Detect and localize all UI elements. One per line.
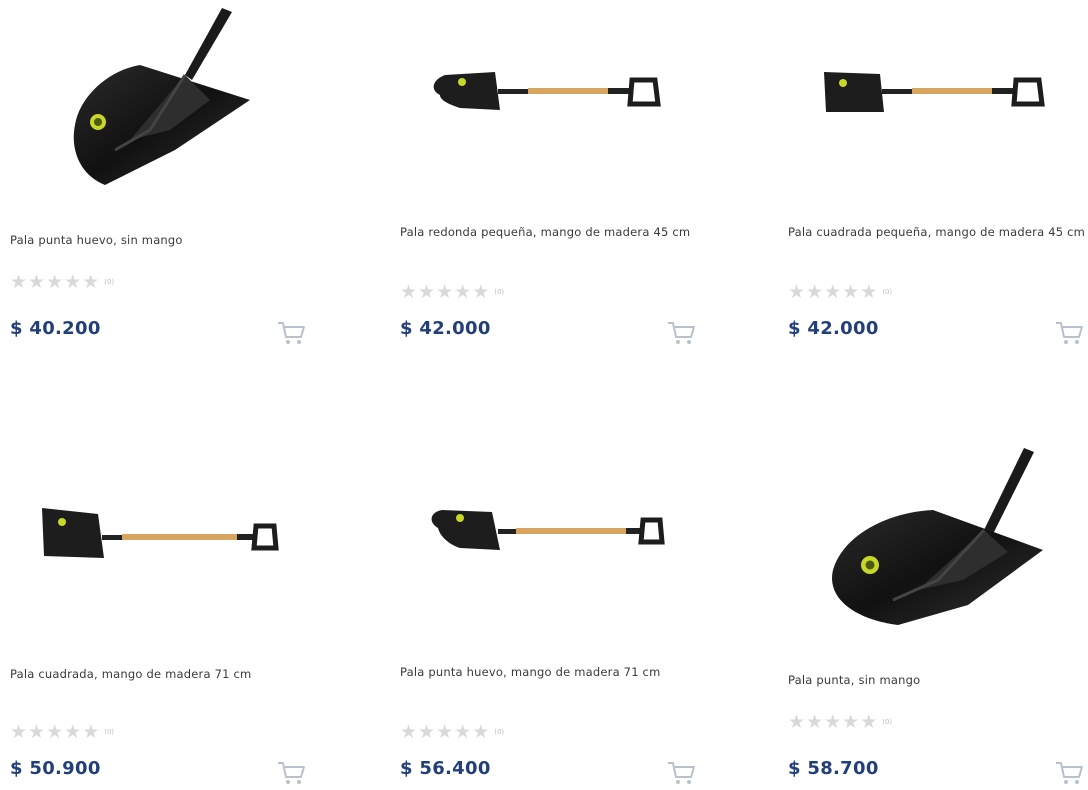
rating-count: (0) <box>882 288 893 296</box>
rating-count: (0) <box>104 278 115 286</box>
product-title[interactable]: Pala punta huevo, sin mango <box>10 230 310 251</box>
cart-icon <box>668 322 695 344</box>
star-icon: ★ <box>64 271 82 293</box>
cart-icon <box>278 762 305 784</box>
shovel-square-long-handle-image <box>42 508 279 558</box>
star-icon: ★ <box>436 281 454 303</box>
star-icon: ★ <box>454 721 472 743</box>
add-to-cart-button[interactable] <box>1054 320 1084 346</box>
star-icon: ★ <box>46 271 64 293</box>
add-to-cart-button[interactable] <box>666 760 696 786</box>
star-icon: ★ <box>64 721 82 743</box>
star-icon: ★ <box>10 271 28 293</box>
star-icon: ★ <box>82 721 100 743</box>
star-icon: ★ <box>418 281 436 303</box>
product-price: $ 58.700 <box>788 758 879 779</box>
product-rating: ★ ★ ★ ★ ★ (0) <box>10 721 115 743</box>
star-icon: ★ <box>788 281 806 303</box>
product-rating: ★ ★ ★ ★ ★ (0) <box>788 711 893 733</box>
rating-count: (0) <box>494 288 505 296</box>
rating-count: (0) <box>494 728 505 736</box>
product-rating: ★ ★ ★ ★ ★ (0) <box>10 271 115 293</box>
star-icon: ★ <box>418 721 436 743</box>
add-to-cart-button[interactable] <box>666 320 696 346</box>
add-to-cart-button[interactable] <box>276 320 306 346</box>
product-title[interactable]: Pala cuadrada pequeña, mango de madera 4… <box>788 222 1088 243</box>
product-image[interactable] <box>10 440 310 650</box>
cart-icon <box>278 322 305 344</box>
star-icon: ★ <box>806 281 824 303</box>
product-title[interactable]: Pala redonda pequeña, mango de madera 45… <box>400 222 700 243</box>
star-icon: ★ <box>788 711 806 733</box>
product-price: $ 50.900 <box>10 758 101 779</box>
product-price: $ 56.400 <box>400 758 491 779</box>
product-image[interactable] <box>788 0 1088 210</box>
star-icon: ★ <box>82 271 100 293</box>
product-title[interactable]: Pala punta, sin mango <box>788 670 1088 691</box>
star-icon: ★ <box>400 721 418 743</box>
product-image[interactable] <box>788 440 1088 650</box>
cart-icon <box>1056 322 1083 344</box>
star-icon: ★ <box>842 281 860 303</box>
star-icon: ★ <box>824 281 842 303</box>
rating-count: (0) <box>104 728 115 736</box>
add-to-cart-button[interactable] <box>1054 760 1084 786</box>
product-rating: ★ ★ ★ ★ ★ (0) <box>788 281 893 303</box>
product-rating: ★ ★ ★ ★ ★ (0) <box>400 721 505 743</box>
star-icon: ★ <box>824 711 842 733</box>
star-icon: ★ <box>400 281 418 303</box>
star-icon: ★ <box>454 281 472 303</box>
star-icon: ★ <box>806 711 824 733</box>
shovel-head-pointed-large-image <box>832 448 1043 625</box>
cart-icon <box>668 762 695 784</box>
rating-count: (0) <box>882 718 893 726</box>
cart-icon <box>1056 762 1083 784</box>
star-icon: ★ <box>860 281 878 303</box>
product-price: $ 40.200 <box>10 318 101 339</box>
product-title[interactable]: Pala punta huevo, mango de madera 71 cm <box>400 662 700 683</box>
shovel-pointed-long-handle-image <box>431 510 665 550</box>
product-price: $ 42.000 <box>788 318 879 339</box>
add-to-cart-button[interactable] <box>276 760 306 786</box>
star-icon: ★ <box>472 281 490 303</box>
star-icon: ★ <box>10 721 28 743</box>
star-icon: ★ <box>860 711 878 733</box>
product-price: $ 42.000 <box>400 318 491 339</box>
star-icon: ★ <box>842 711 860 733</box>
star-icon: ★ <box>472 721 490 743</box>
shovel-round-small-d-handle-image <box>433 72 661 110</box>
product-rating: ★ ★ ★ ★ ★ (0) <box>400 281 505 303</box>
product-image[interactable] <box>400 0 700 210</box>
product-title[interactable]: Pala cuadrada, mango de madera 71 cm <box>10 664 310 685</box>
shovel-head-pointed-large-image <box>73 8 250 185</box>
star-icon: ★ <box>28 271 46 293</box>
star-icon: ★ <box>46 721 64 743</box>
product-image[interactable] <box>10 0 310 210</box>
product-image[interactable] <box>400 440 700 650</box>
star-icon: ★ <box>436 721 454 743</box>
shovel-square-small-d-handle-image <box>824 72 1045 112</box>
star-icon: ★ <box>28 721 46 743</box>
